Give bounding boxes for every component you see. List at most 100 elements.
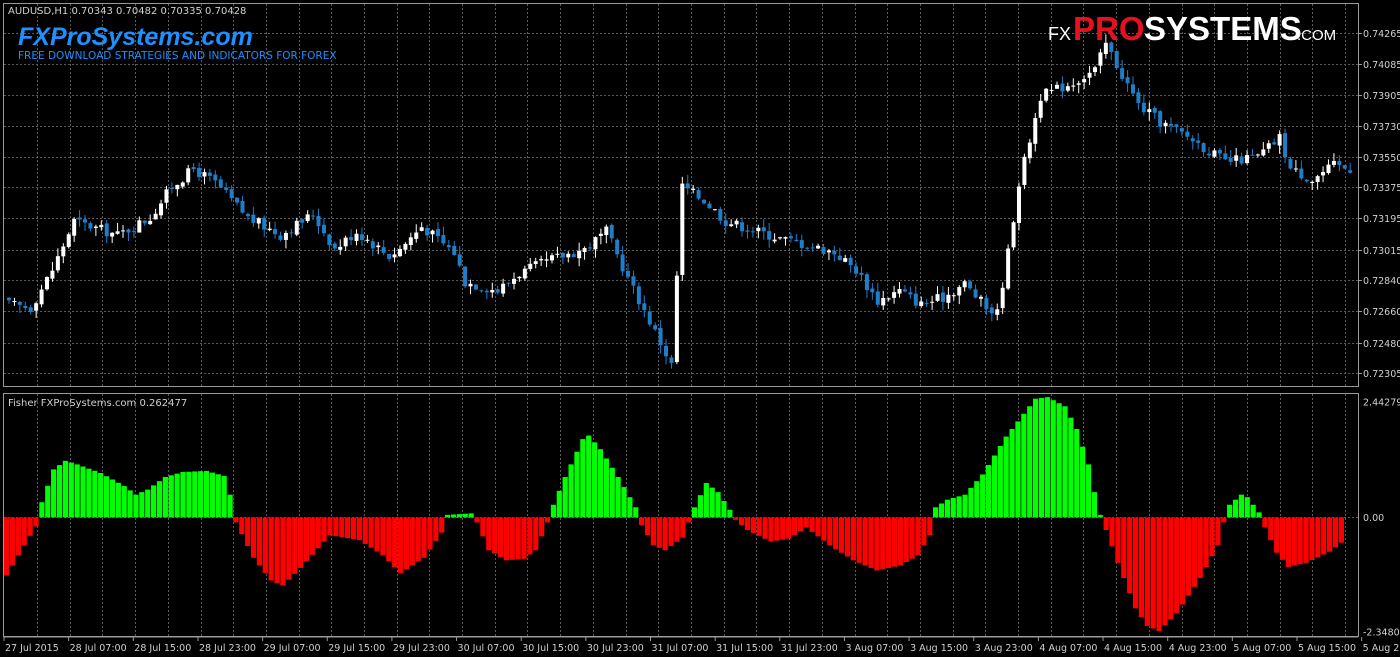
histogram-bar (1138, 517, 1145, 618)
histogram-bar (891, 517, 898, 567)
indicator-tick-label: 2.442796 (1363, 398, 1400, 409)
histogram-bar (1062, 406, 1068, 518)
histogram-bar (1121, 517, 1127, 579)
candle (66, 232, 71, 249)
time-tick-label: 28 Jul 23:00 (199, 643, 256, 654)
histogram-bar (1127, 517, 1133, 594)
histogram-bar (1015, 421, 1021, 518)
histogram-bar (1168, 517, 1174, 620)
trading-chart: 0.74265 0.74085 0.73905 0.73730 0.73550 0.733… (0, 0, 1400, 657)
histogram-bar (621, 487, 627, 518)
histogram-bar (327, 517, 333, 536)
histogram-bar (997, 446, 1003, 518)
candle (473, 284, 478, 291)
histogram-bar (1309, 517, 1315, 561)
logo-pro: PRO (1073, 10, 1145, 47)
histogram-bar (609, 467, 615, 518)
fxprosystems-logo: FX PRO SYSTEMS .COM (1048, 10, 1336, 47)
histogram-bar (468, 513, 474, 518)
histogram-bar (1097, 514, 1103, 518)
histogram-bar (850, 517, 856, 561)
histogram-bar (762, 517, 768, 539)
histogram-bar (962, 494, 968, 518)
indicator-tick-label: 0.00 (1363, 513, 1384, 524)
histogram-bar (1185, 517, 1192, 596)
price-tick-label: 0.73375 (1363, 183, 1400, 194)
histogram-bar (662, 517, 668, 551)
histogram-bar (650, 517, 656, 546)
histogram-bar (915, 517, 921, 556)
histogram-bar (168, 475, 174, 518)
candle (1342, 164, 1347, 170)
histogram-bar (274, 517, 280, 584)
histogram-bar (198, 471, 204, 518)
candle (45, 276, 50, 291)
histogram-bar (1250, 504, 1256, 518)
histogram-bar (245, 517, 251, 547)
histogram-bar (1180, 517, 1186, 605)
histogram-bar (856, 517, 862, 563)
histogram-bar (1315, 517, 1321, 558)
histogram-bar (15, 517, 21, 556)
histogram-bar (1327, 517, 1333, 552)
histogram-bar (1027, 406, 1033, 518)
histogram-bar (74, 464, 80, 518)
histogram-bar (727, 509, 733, 518)
histogram-bar (697, 495, 704, 518)
histogram-bar (668, 517, 674, 547)
histogram-bar (991, 455, 998, 518)
histogram-bar (503, 517, 509, 561)
histogram-bar (1256, 512, 1262, 518)
candle (1011, 220, 1016, 250)
histogram-bar (1038, 397, 1045, 518)
histogram-bar (380, 517, 386, 556)
candle (680, 176, 685, 282)
histogram-bar (286, 517, 292, 580)
time-tick-label: 27 Jul 2015 (5, 643, 59, 654)
histogram-bar (492, 517, 498, 554)
histogram-bar (797, 517, 803, 532)
histogram-bar (456, 514, 462, 518)
logo-systems: SYSTEMS (1144, 10, 1302, 47)
histogram-bar (333, 517, 339, 537)
histogram-bar (250, 517, 257, 558)
histogram-bar (415, 517, 421, 562)
histogram-bar (145, 489, 151, 518)
histogram-bar (1150, 517, 1156, 629)
histogram-bar (462, 513, 468, 518)
watermark-subtitle: FREE DOWNLOAD STRATEGIES AND INDICATORS … (18, 50, 337, 62)
histogram-bar (409, 517, 415, 566)
time-tick-label: 3 Aug 23:00 (975, 643, 1033, 654)
histogram-bar (280, 517, 286, 586)
histogram-bar (1080, 446, 1086, 518)
histogram-bar (1050, 400, 1056, 518)
histogram-bar (1291, 517, 1297, 566)
histogram-bar (568, 464, 574, 518)
histogram-bar (1209, 517, 1215, 557)
histogram-bar (838, 517, 845, 553)
histogram-bar (1162, 517, 1168, 626)
histogram-bar (844, 517, 851, 557)
histogram-bar (151, 485, 157, 518)
histogram-bar (21, 517, 27, 546)
histogram-bar (321, 517, 327, 542)
indicator-label: Fisher FXProSystems.com 0.262477 (8, 398, 187, 409)
histogram-bar (656, 517, 662, 548)
histogram-bar (515, 517, 521, 560)
histogram-bar (450, 514, 457, 518)
histogram-bar (874, 517, 880, 571)
histogram-bar (944, 499, 950, 518)
histogram-bar (933, 507, 939, 518)
histogram-bar (615, 476, 621, 518)
histogram-bar (1132, 517, 1139, 609)
logo-dotcom: .COM (1297, 27, 1336, 44)
histogram-bar (956, 496, 962, 518)
histogram-bar (1303, 517, 1309, 563)
histogram-bar (474, 517, 480, 523)
histogram-bar (103, 476, 110, 518)
histogram-bar (1203, 517, 1209, 568)
histogram-bar (262, 517, 268, 573)
histogram-bar (1285, 517, 1292, 567)
time-tick-label: 3 Aug 15:00 (910, 643, 968, 654)
histogram-bar (403, 517, 410, 570)
